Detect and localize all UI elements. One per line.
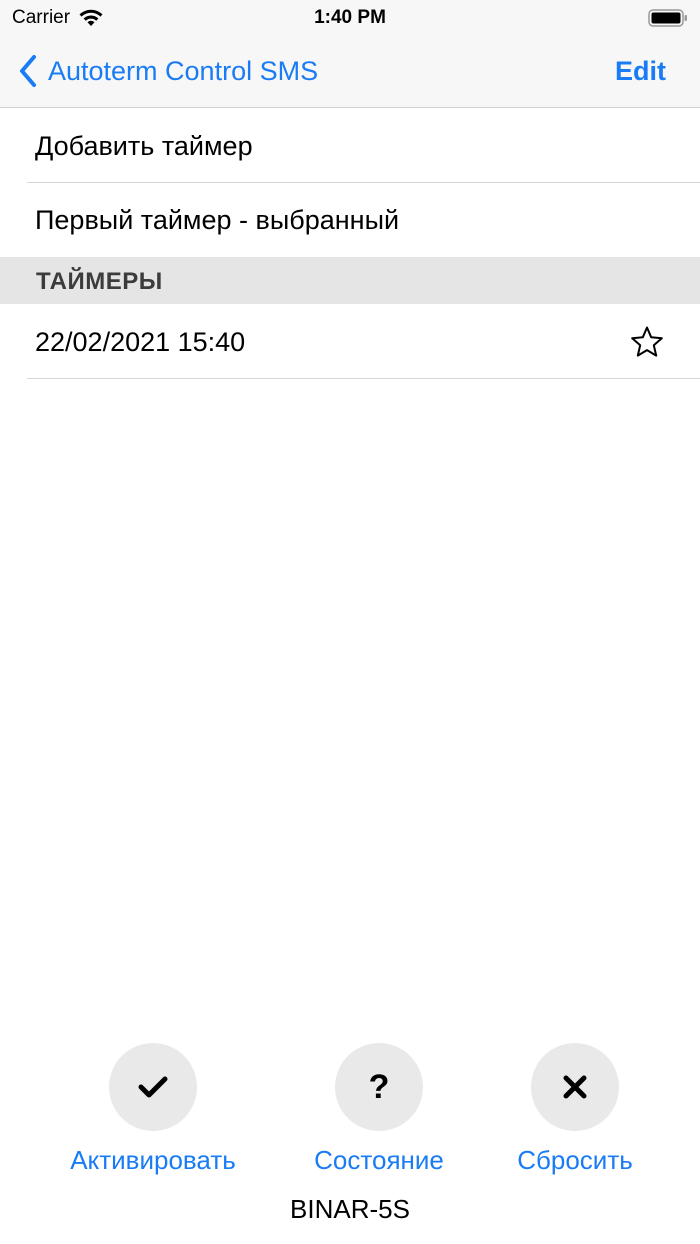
checkmark-glyph: [138, 1076, 168, 1098]
checkmark-icon[interactable]: [109, 1043, 197, 1131]
chevron-left-icon: [20, 55, 36, 87]
edit-button[interactable]: Edit: [615, 56, 666, 87]
add-timer-label: Добавить таймер: [35, 131, 253, 161]
close-icon[interactable]: [531, 1043, 619, 1131]
question-mark-icon[interactable]: ?: [335, 1043, 423, 1131]
action-bar: Активировать ? Состояние Сбросить: [0, 1043, 700, 1183]
navigation-bar: Autoterm Control SMS Edit: [0, 36, 700, 108]
status-label: Состояние: [314, 1145, 444, 1175]
timer-datetime: 22/02/2021 15:40: [35, 327, 246, 357]
status-button[interactable]: ? Состояние: [279, 1043, 479, 1176]
status-bar: Carrier 1:40 PM: [0, 0, 700, 36]
activate-label: Активировать: [70, 1145, 236, 1175]
add-timer-row[interactable]: Добавить таймер: [0, 109, 700, 183]
row-divider: [27, 378, 700, 379]
device-name: BINAR-5S: [290, 1194, 410, 1224]
first-timer-row[interactable]: Первый таймер - выбранный: [0, 183, 700, 257]
first-timer-label: Первый таймер - выбранный: [35, 205, 400, 235]
section-title: ТАЙМЕРЫ: [36, 268, 163, 295]
star-outline-icon[interactable]: [630, 325, 664, 359]
cross-glyph: [563, 1075, 587, 1099]
timers-section-header: ТАЙМЕРЫ: [0, 257, 700, 304]
back-button[interactable]: Autoterm Control SMS: [18, 54, 318, 88]
back-button-label: Autoterm Control SMS: [48, 55, 319, 86]
status-time: 1:40 PM: [314, 7, 386, 28]
reset-button[interactable]: Сбросить: [475, 1043, 675, 1176]
battery-icon: [648, 9, 687, 27]
reset-label: Сбросить: [517, 1145, 633, 1175]
timer-row[interactable]: 22/02/2021 15:40: [0, 305, 700, 379]
activate-button[interactable]: Активировать: [53, 1043, 253, 1176]
